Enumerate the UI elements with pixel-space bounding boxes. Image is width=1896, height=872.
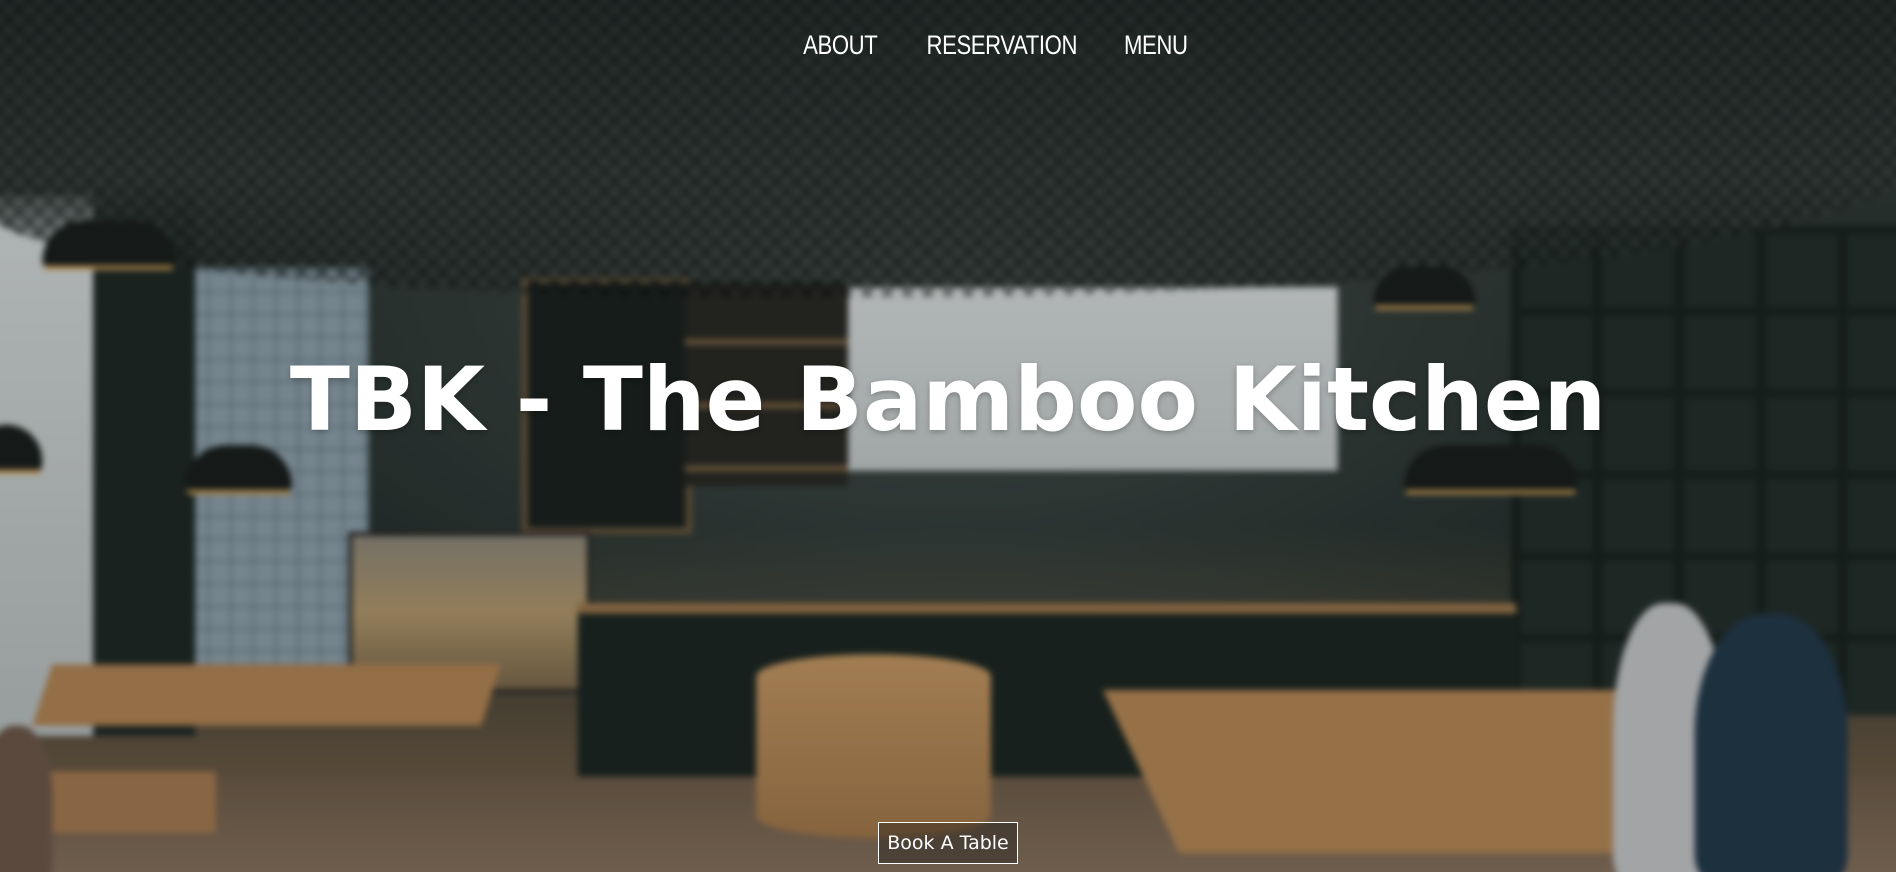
book-table-button[interactable]: Book A Table (878, 822, 1018, 864)
nav-reservation[interactable]: RESERVATION (926, 30, 1077, 61)
hero-section: ABOUT RESERVATION MENU TBK - The Bamboo … (0, 0, 1896, 872)
nav-about[interactable]: ABOUT (803, 30, 878, 61)
nav-menu[interactable]: MENU (1124, 30, 1188, 61)
hero-title: TBK - The Bamboo Kitchen (289, 348, 1607, 451)
main-nav: ABOUT RESERVATION MENU (795, 30, 1195, 61)
